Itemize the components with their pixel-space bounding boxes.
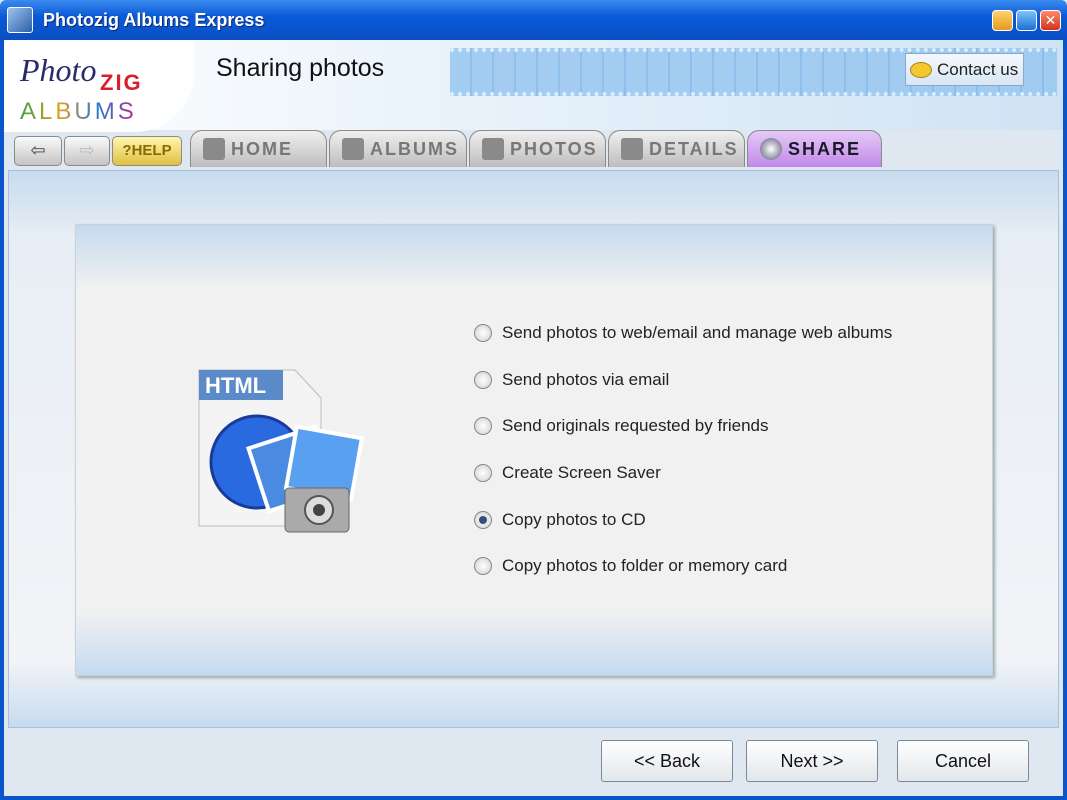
cancel-button[interactable]: Cancel <box>897 740 1029 782</box>
tab-home[interactable]: HOME <box>190 130 327 167</box>
grid-icon <box>482 138 504 160</box>
contact-us-button[interactable]: Contact us <box>905 53 1024 86</box>
radio-button[interactable] <box>474 371 492 389</box>
option-label: Send originals requested by friends <box>502 416 769 435</box>
close-button[interactable]: ✕ <box>1040 10 1061 31</box>
radio-button-selected[interactable] <box>474 511 492 529</box>
maximize-button[interactable] <box>1016 10 1037 31</box>
person-icon <box>621 138 643 160</box>
tab-label: HOME <box>231 138 293 159</box>
radio-button[interactable] <box>474 324 492 342</box>
forward-nav-button[interactable]: ⇨ <box>64 136 110 166</box>
option-label: Copy photos to folder or memory card <box>502 556 788 575</box>
radio-button[interactable] <box>474 557 492 575</box>
option-label: Copy photos to CD <box>502 510 646 529</box>
radio-button[interactable] <box>474 417 492 435</box>
tab-details[interactable]: DETAILS <box>608 130 745 167</box>
option-send-originals[interactable]: Send originals requested by friends <box>474 416 769 436</box>
logo-photo: Photo <box>20 52 97 88</box>
home-icon <box>203 138 225 160</box>
tab-label: SHARE <box>788 138 862 159</box>
tab-label: PHOTOS <box>510 138 598 159</box>
contact-label: Contact us <box>937 59 1019 79</box>
tab-photos[interactable]: PHOTOS <box>469 130 606 167</box>
next-button[interactable]: Next >> <box>746 740 878 782</box>
radio-button[interactable] <box>474 464 492 482</box>
window-title: Photozig Albums Express <box>43 10 265 30</box>
option-send-via-email[interactable]: Send photos via email <box>474 370 669 390</box>
album-icon <box>342 138 364 160</box>
tab-albums[interactable]: ALBUMS <box>329 130 467 167</box>
back-button[interactable]: << Back <box>601 740 733 782</box>
tab-share[interactable]: SHARE <box>747 130 882 167</box>
help-button[interactable]: ?HELP <box>112 136 182 166</box>
option-copy-to-cd[interactable]: Copy photos to CD <box>474 510 646 530</box>
globe-icon <box>760 138 782 160</box>
option-screen-saver[interactable]: Create Screen Saver <box>474 463 661 483</box>
speech-bubble-icon <box>910 61 932 78</box>
title-bar: Photozig Albums Express <box>0 0 1067 40</box>
logo: Photo ZIG ALBUMS <box>4 40 194 132</box>
tab-label: DETAILS <box>649 138 739 159</box>
html-label: HTML <box>205 373 266 398</box>
app-icon <box>7 7 33 33</box>
minimize-button[interactable] <box>992 10 1013 31</box>
html-share-illustration: HTML <box>198 369 365 533</box>
option-label: Create Screen Saver <box>502 463 661 482</box>
option-label: Send photos to web/email and manage web … <box>502 323 893 342</box>
page-title: Sharing photos <box>216 54 385 82</box>
option-label: Send photos via email <box>502 370 670 389</box>
logo-zig: ZIG <box>100 70 143 95</box>
option-web-email-albums[interactable]: Send photos to web/email and manage web … <box>474 323 892 343</box>
tab-label: ALBUMS <box>370 138 459 159</box>
logo-albums: ALBUMS <box>20 98 137 125</box>
option-copy-to-folder[interactable]: Copy photos to folder or memory card <box>474 556 787 576</box>
back-nav-button[interactable]: ⇦ <box>14 136 62 166</box>
